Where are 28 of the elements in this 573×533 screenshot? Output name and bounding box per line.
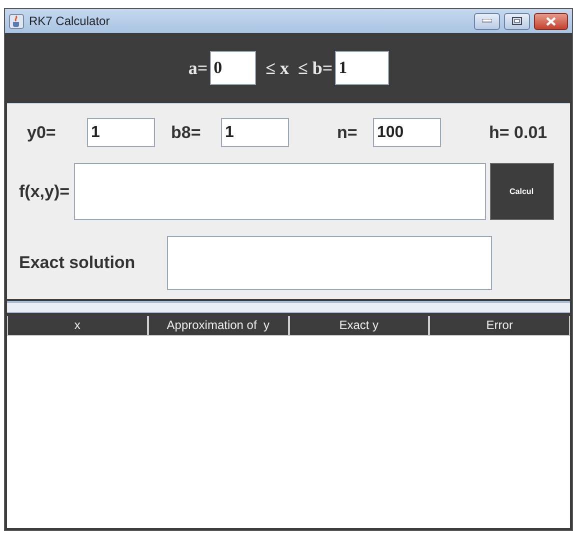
function-field[interactable] [74,163,486,220]
param-field[interactable]: 1 [221,118,289,147]
maximize-button[interactable] [504,12,530,30]
param-label: n= [337,122,358,144]
maximize-icon [512,17,522,25]
calcul-button[interactable]: Calcul [490,163,554,220]
exact-solution-field[interactable] [167,236,492,290]
param-field[interactable]: 1 [87,118,155,147]
param-label: y0= [27,122,57,144]
column-header[interactable]: x [7,316,148,336]
range-label: ≤ x ≤ b= [266,56,333,80]
step-size-label: h= 0.01 [489,122,548,144]
function-label: f(x,y)= [19,180,70,203]
a-label: a= [188,56,208,80]
param-field[interactable]: 100 [373,118,441,147]
minimize-button[interactable] [474,12,500,30]
coffee-cup-icon [9,14,24,28]
window-title: RK7 Calculator [29,13,110,30]
column-header[interactable]: Exact y [288,316,430,336]
column-header[interactable]: Approximation of y [148,316,288,336]
a-field[interactable]: 0 [210,51,256,85]
column-header[interactable]: Error [429,316,570,336]
close-button[interactable] [534,12,568,30]
param-label: b8= [171,122,202,144]
b-field[interactable]: 1 [334,51,389,85]
exact-solution-label: Exact solution [19,252,136,274]
minimize-icon [482,19,492,23]
close-icon [546,16,556,26]
